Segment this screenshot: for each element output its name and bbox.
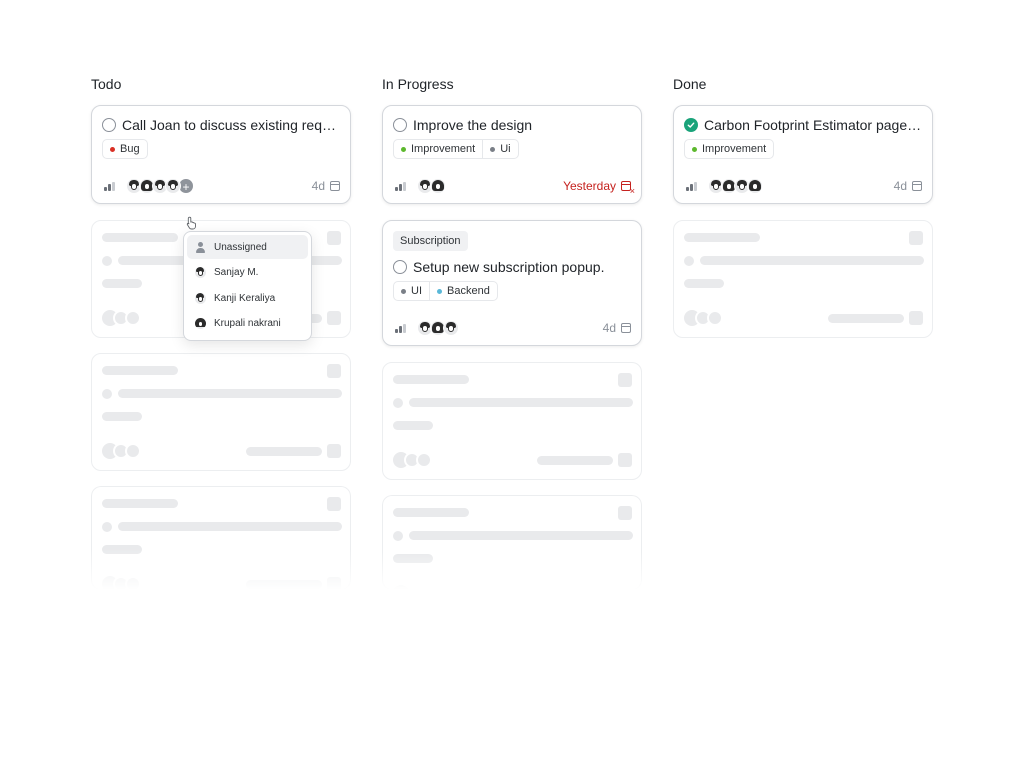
card-footer: Yesterday: [395, 178, 635, 196]
tag-dot-icon: [437, 288, 442, 294]
avatar: [195, 292, 206, 304]
avatar: [747, 178, 763, 194]
option-label: Sanjay M.: [214, 267, 259, 279]
calendar-icon: [912, 181, 922, 191]
tag-improvement[interactable]: Improvement: [684, 139, 775, 159]
tag-bug[interactable]: Bug: [102, 139, 148, 159]
tag-label: Bug: [120, 143, 140, 155]
avatar: [195, 267, 206, 279]
tag-label: Improvement: [411, 143, 476, 155]
tag-dot-icon: [110, 146, 115, 152]
task-card[interactable]: Call Joan to discuss existing requir... …: [91, 105, 351, 204]
assignee-option-krupali[interactable]: Krupali nakrani: [187, 312, 308, 336]
assignee-option-kanji[interactable]: Kanji Keraliya: [187, 286, 308, 310]
tag-label: Ui: [500, 143, 511, 155]
tag-improvement[interactable]: Improvement: [393, 139, 484, 159]
assignee-avatars[interactable]: [417, 178, 446, 194]
column-title: In Progress: [382, 76, 454, 92]
card-title-row: Setup new subscription popup.: [393, 259, 633, 275]
due-date[interactable]: 4d: [312, 179, 340, 193]
status-done-icon[interactable]: [684, 118, 698, 132]
tag-list: UI Backend: [393, 281, 498, 301]
card-footer: + 4d: [104, 178, 340, 194]
task-card[interactable]: Carbon Footprint Estimator page d... Imp…: [673, 105, 933, 204]
tag-list: Improvement Ui: [393, 139, 519, 159]
tag-list: Bug: [102, 139, 148, 159]
priority-icon[interactable]: [104, 181, 116, 191]
assignee-option-sanjay[interactable]: Sanjay M.: [187, 261, 308, 285]
card-title: Setup new subscription popup.: [413, 259, 605, 275]
assignee-option-unassigned[interactable]: Unassigned: [187, 235, 308, 259]
card-title: Improve the design: [413, 117, 533, 133]
tag-dot-icon: [401, 146, 406, 152]
assignee-avatars[interactable]: +: [126, 178, 194, 194]
assignee-avatars[interactable]: [708, 178, 763, 194]
avatar: [195, 318, 206, 330]
due-label: 4d: [893, 179, 907, 193]
avatar: [443, 320, 459, 336]
card-title-row: Carbon Footprint Estimator page d...: [684, 117, 924, 133]
card-title-row: Call Joan to discuss existing requir...: [102, 117, 342, 133]
column-done: Done Carbon Footprint Estimator page d..…: [673, 76, 933, 338]
option-label: Krupali nakrani: [214, 318, 281, 330]
tag-list: Improvement: [684, 139, 775, 159]
calendar-icon: [330, 181, 340, 191]
tag-ui[interactable]: UI: [393, 281, 430, 301]
status-todo-icon[interactable]: [102, 118, 116, 132]
tag-label: UI: [411, 285, 422, 297]
skeleton-card: [382, 362, 642, 480]
column-title: Todo: [91, 76, 122, 92]
priority-icon[interactable]: [395, 181, 407, 191]
card-footer: 4d: [686, 178, 922, 194]
assignee-avatars[interactable]: [417, 320, 459, 336]
assignee-dropdown: Unassigned Sanjay M. Kanji Keraliya Krup…: [183, 231, 312, 342]
pointer-cursor-icon: [186, 216, 196, 230]
avatar: [430, 178, 446, 194]
skeleton-card: [91, 353, 351, 471]
due-date[interactable]: 4d: [894, 179, 922, 193]
tag-ui[interactable]: Ui: [483, 139, 519, 159]
due-label: 4d: [311, 179, 325, 193]
tag-dot-icon: [490, 146, 496, 152]
status-todo-icon[interactable]: [393, 118, 407, 132]
column-in-progress: In Progress Improve the design Improveme…: [382, 76, 642, 601]
calendar-overdue-icon: [621, 181, 635, 196]
avatar: [165, 178, 181, 194]
card-title: Call Joan to discuss existing requir...: [122, 117, 342, 133]
tag-dot-icon: [692, 146, 697, 152]
calendar-icon: [621, 323, 631, 333]
column-title: Done: [673, 76, 707, 92]
project-badge[interactable]: Subscription: [393, 231, 468, 251]
due-label: 4d: [602, 321, 616, 335]
due-date[interactable]: Yesterday: [563, 179, 635, 196]
tag-backend[interactable]: Backend: [430, 281, 498, 301]
priority-icon[interactable]: [686, 181, 698, 191]
status-todo-icon[interactable]: [393, 260, 407, 274]
tag-dot-icon: [401, 288, 406, 294]
skeleton-card: [673, 220, 933, 338]
priority-icon[interactable]: [395, 323, 407, 333]
tag-label: Improvement: [702, 143, 767, 155]
task-card[interactable]: Improve the design Improvement Ui Yester…: [382, 105, 642, 204]
tag-label: Backend: [447, 285, 490, 297]
card-title: Carbon Footprint Estimator page d...: [704, 117, 924, 133]
due-date[interactable]: 4d: [603, 321, 631, 335]
option-label: Kanji Keraliya: [214, 292, 276, 304]
skeleton-card: [382, 495, 642, 601]
card-footer: 4d: [395, 320, 631, 336]
user-icon: [195, 241, 206, 253]
skeleton-card: [91, 486, 351, 592]
task-card[interactable]: Subscription Setup new subscription popu…: [382, 220, 642, 346]
option-label: Unassigned: [214, 241, 267, 253]
due-label: Yesterday: [563, 179, 616, 193]
column-todo: Todo Call Joan to discuss existing requi…: [91, 76, 351, 592]
card-title-row: Improve the design: [393, 117, 633, 133]
